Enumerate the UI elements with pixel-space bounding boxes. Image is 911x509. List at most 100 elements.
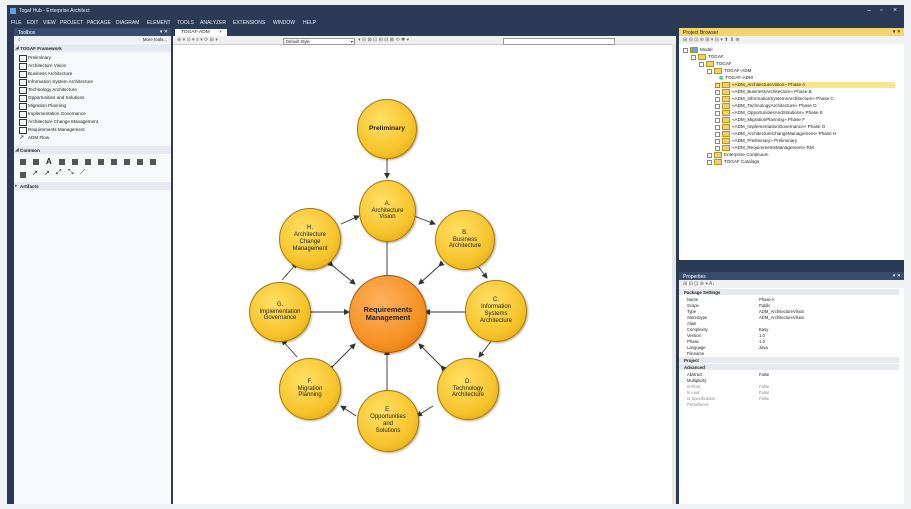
- node-preliminary[interactable]: Preliminary: [357, 99, 417, 159]
- tree-togaf-child[interactable]: TOGAF: [699, 61, 732, 67]
- tree-model[interactable]: Model: [683, 47, 713, 53]
- tree-requirements[interactable]: «ADM_RequirementsManagement» RM: [715, 145, 814, 151]
- expand-icon[interactable]: [691, 54, 696, 60]
- node-change-management[interactable]: H. Architecture Change Management: [279, 208, 341, 270]
- expand-icon[interactable]: [715, 103, 720, 109]
- prop-row[interactable]: Filename: [679, 350, 899, 356]
- expand-icon[interactable]: [715, 110, 720, 116]
- trace-tool-icon[interactable]: ⤢: [56, 169, 62, 177]
- tree-enterprise-continuum[interactable]: Enterprise Continuum: [707, 152, 768, 158]
- section-advanced[interactable]: Advanced: [679, 364, 899, 370]
- close-icon[interactable]: ×: [893, 7, 897, 14]
- realization-tool-icon[interactable]: ↗: [44, 169, 50, 177]
- node-business-architecture[interactable]: B. Business Architecture: [435, 210, 495, 270]
- minimize-icon[interactable]: –: [867, 7, 871, 14]
- more-tools-button[interactable]: More tools...: [143, 37, 167, 42]
- prop-value[interactable]: Easy: [759, 327, 768, 332]
- expand-icon[interactable]: ▸: [15, 183, 18, 189]
- expand-icon[interactable]: [707, 159, 712, 165]
- menu-edit[interactable]: EDIT: [27, 20, 38, 26]
- menu-element[interactable]: ELEMENT: [147, 20, 171, 26]
- node-implementation-governance[interactable]: G. Implementation Governance: [249, 282, 311, 342]
- expand-icon[interactable]: [715, 131, 720, 137]
- node-migration-planning[interactable]: F. Migration Planning: [279, 358, 341, 420]
- prop-value[interactable]: False: [759, 396, 769, 401]
- menu-analyzer[interactable]: ANALYZER: [200, 20, 226, 26]
- toolbox-item-business-architecture[interactable]: Business Architecture: [19, 71, 72, 78]
- tree-togaf-adm[interactable]: TOGAF-ADM: [707, 68, 751, 74]
- maximize-icon[interactable]: ▫: [880, 7, 882, 14]
- pin-icon[interactable]: ▾ ✕: [160, 29, 168, 35]
- toolbox-item-implementation-governance[interactable]: Implementation Governance: [19, 111, 86, 118]
- node-architecture-vision[interactable]: A. Architecture Vision: [359, 180, 416, 242]
- section-common[interactable]: ◢ Common: [14, 146, 171, 154]
- table-tool-icon[interactable]: [137, 159, 143, 165]
- note-tool-icon[interactable]: [59, 159, 65, 165]
- menu-extensions[interactable]: EXTENSIONS: [233, 20, 265, 26]
- prop-row[interactable]: Persistence: [679, 401, 899, 407]
- tree-phase-b[interactable]: «ADM_BusinessArchitecture» Phase B: [715, 89, 812, 95]
- section-package-settings[interactable]: Package Settings: [679, 289, 899, 295]
- section-togaf-framework[interactable]: ◢ TOGAF Framework: [14, 44, 171, 52]
- expand-icon[interactable]: [683, 47, 688, 53]
- toolbox-item-migration-planning[interactable]: Migration Planning: [19, 103, 66, 110]
- expand-icon[interactable]: [715, 124, 720, 130]
- tree-phase-e[interactable]: «ADM_OpportunitiesAndSolutions» Phase E: [715, 110, 823, 116]
- prop-value[interactable]: Public: [759, 303, 770, 308]
- tree-phase-d[interactable]: «ADM_TechnologyArchitecture» Phase D: [715, 103, 817, 109]
- tree-phase-f[interactable]: «ADM_MigrationPlanning» Phase F: [715, 117, 805, 123]
- collapse-icon[interactable]: ◢: [15, 147, 19, 153]
- toolbox-item-requirements-management[interactable]: Requirements Management: [19, 127, 85, 134]
- collapse-icon[interactable]: ◢: [15, 45, 19, 51]
- information-flow-tool-icon[interactable]: ⤡: [68, 169, 74, 177]
- dependency-tool-icon[interactable]: ↗: [32, 169, 38, 177]
- prop-value[interactable]: False: [759, 390, 769, 395]
- image-tool-icon[interactable]: [98, 159, 104, 165]
- toolbox-item-technology-architecture[interactable]: Technology Architecture: [19, 87, 77, 94]
- prop-value[interactable]: False: [759, 384, 769, 389]
- node-opportunities-solutions[interactable]: E. Opportunities and Solutions: [357, 390, 419, 452]
- node-requirements-management[interactable]: Requirements Management: [349, 275, 427, 353]
- menu-project[interactable]: PROJECT: [60, 20, 83, 26]
- expand-icon[interactable]: [715, 145, 720, 151]
- legend-tool-icon[interactable]: [124, 159, 130, 165]
- boundary-tool-icon[interactable]: [72, 159, 78, 165]
- node-technology-architecture[interactable]: D. Technology Architecture: [437, 358, 499, 420]
- tree-adm-diagram[interactable]: ▦ TOGAF-ADM: [719, 75, 753, 81]
- tree-preliminary[interactable]: «ADM_Preliminary» Preliminary: [715, 138, 797, 144]
- expand-icon[interactable]: [707, 68, 712, 74]
- prop-value[interactable]: False: [759, 372, 769, 377]
- menu-view[interactable]: VIEW: [43, 20, 56, 26]
- document-tool-icon[interactable]: [33, 159, 39, 165]
- toolbox-item-architecture-vision[interactable]: Architecture Vision: [19, 63, 66, 70]
- expand-icon[interactable]: [715, 89, 720, 95]
- tree-phase-a[interactable]: «ADM_ArchitectureVision» Phase A: [715, 82, 895, 88]
- prop-value[interactable]: ADM_ArchitectureVision: [759, 315, 804, 320]
- expand-icon[interactable]: [715, 117, 720, 123]
- node-information-systems[interactable]: C. Information Systems Architecture: [465, 280, 527, 342]
- toolbox-item-information-system[interactable]: Information System Architecture: [19, 79, 93, 86]
- prop-value[interactable]: Java: [759, 345, 768, 350]
- menu-tools[interactable]: TOOLS: [177, 20, 194, 26]
- browser-toolbar-icons[interactable]: ⊞ ⊟ ⊡ ⊚ ⊞ ▾ ⊟ ▾ ⬆ ⬇ ⊛: [683, 37, 740, 43]
- section-artifacts[interactable]: ▸ Artifacts: [14, 182, 171, 190]
- menu-package[interactable]: PACKAGE: [87, 20, 111, 26]
- left-dock-strip[interactable]: [7, 28, 14, 504]
- artifact-tool-icon[interactable]: [85, 159, 91, 165]
- toolbox-item-preliminary[interactable]: Preliminary: [19, 55, 51, 62]
- menu-window[interactable]: WINDOW: [273, 20, 295, 26]
- prop-value[interactable]: ADM_ArchitectureVision: [759, 309, 804, 314]
- expand-icon[interactable]: [715, 96, 720, 102]
- expand-icon[interactable]: [715, 82, 720, 88]
- tree-phase-g[interactable]: «ADM_ImplementationGovernance» Phase G: [715, 124, 825, 130]
- tree-phase-c[interactable]: «ADM_InformationSystemsArchitecture» Pha…: [715, 96, 834, 102]
- prop-value[interactable]: 1.0: [759, 333, 765, 338]
- prop-value[interactable]: Phase A: [759, 297, 775, 302]
- properties-toolbar-icons[interactable]: ⊞ ⊟ ⊡ ⊚ ▾ A↓: [683, 281, 715, 287]
- toolbox-item-adm-flow[interactable]: ↗ ADM Flow: [19, 135, 49, 141]
- menu-diagram[interactable]: DIAGRAM: [116, 20, 139, 26]
- toolbox-item-change-management[interactable]: Architecture Change Management: [19, 119, 98, 126]
- tree-togaf-catalogs[interactable]: TOGAF Catalogs: [707, 159, 759, 165]
- expand-icon[interactable]: [715, 138, 720, 144]
- hyperlink-tool-icon[interactable]: [111, 159, 117, 165]
